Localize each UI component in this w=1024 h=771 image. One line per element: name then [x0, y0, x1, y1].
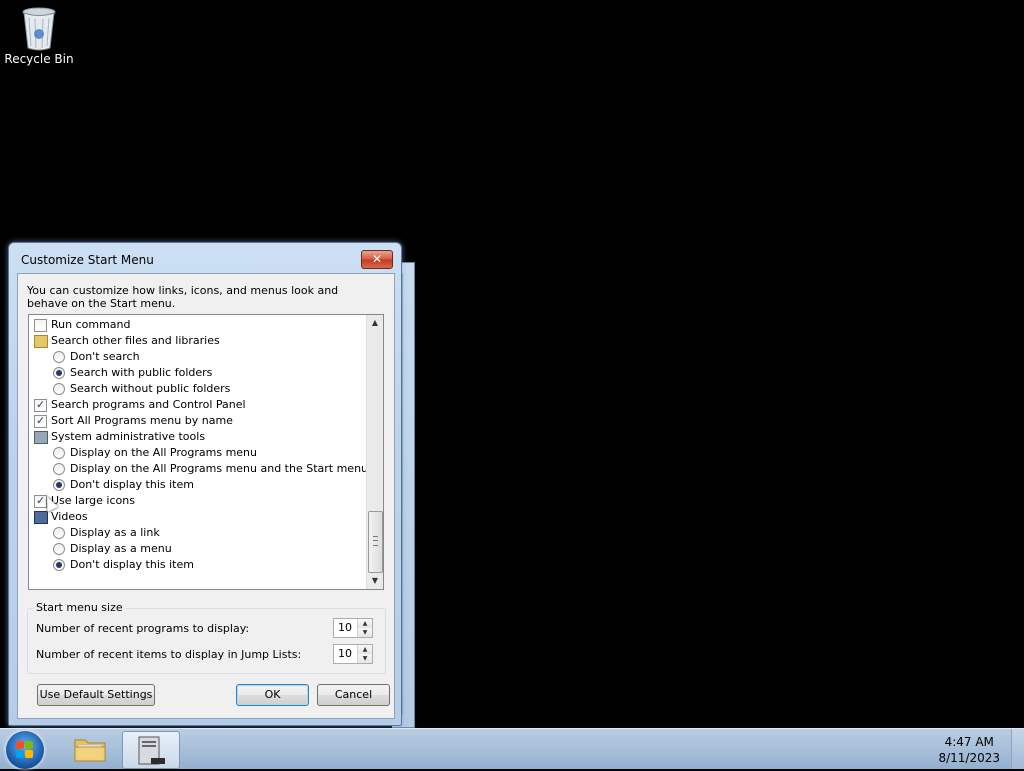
- recycle-bin-desktop-icon[interactable]: Recycle Bin: [4, 6, 74, 66]
- list-item[interactable]: Display on the All Programs menu and the…: [29, 461, 369, 477]
- option-label: Use large icons: [51, 494, 135, 507]
- taskbar-control-panel-button[interactable]: [122, 731, 180, 769]
- recent-programs-label: Number of recent programs to display:: [36, 622, 250, 635]
- list-item[interactable]: Videos: [29, 509, 369, 525]
- start-menu-size-group: Start menu size Number of recent program…: [27, 601, 386, 674]
- option-label: Display on the All Programs menu and the…: [70, 462, 369, 475]
- scroll-up-arrow-icon[interactable]: ▲: [367, 315, 383, 331]
- use-default-settings-button[interactable]: Use Default Settings: [37, 684, 155, 706]
- radio-button[interactable]: [53, 367, 65, 379]
- option-label: Don't search: [70, 350, 140, 363]
- recycle-bin-label: Recycle Bin: [4, 52, 74, 66]
- list-item[interactable]: Don't display this item: [29, 477, 369, 493]
- start-menu-size-legend: Start menu size: [33, 601, 126, 614]
- system-clock[interactable]: 4:47 AM 8/11/2023: [938, 734, 1000, 766]
- option-label: Sort All Programs menu by name: [51, 414, 233, 427]
- radio-button[interactable]: [53, 351, 65, 363]
- list-item[interactable]: Don't display this item: [29, 557, 369, 573]
- stepper-down-icon[interactable]: ▼: [358, 628, 372, 637]
- customize-start-menu-dialog: Customize Start Menu ✕ You can customize…: [8, 242, 402, 726]
- list-scrollbar[interactable]: ▲ ▼: [366, 315, 383, 589]
- list-item[interactable]: System administrative tools: [29, 429, 369, 445]
- radio-button[interactable]: [53, 559, 65, 571]
- checkbox[interactable]: [34, 397, 47, 413]
- radio-button[interactable]: [53, 479, 65, 491]
- list-item[interactable]: Search without public folders: [29, 381, 369, 397]
- checkbox[interactable]: [34, 319, 47, 332]
- scrollbar-thumb[interactable]: [368, 511, 383, 573]
- taskbar: 4:47 AM 8/11/2023: [0, 728, 1024, 769]
- radio-button[interactable]: [53, 527, 65, 539]
- option-label: Display on the All Programs menu: [70, 446, 257, 459]
- list-item[interactable]: Search with public folders: [29, 365, 369, 381]
- options-list: Run command Search other files and librar…: [29, 317, 369, 573]
- dialog-client-area: You can customize how links, icons, and …: [17, 273, 395, 719]
- list-item[interactable]: Run command: [29, 317, 369, 333]
- group-label: Search other files and libraries: [51, 334, 220, 347]
- computer-tower-icon: [138, 736, 165, 765]
- jump-list-label: Number of recent items to display in Jum…: [36, 648, 302, 661]
- windows-logo-icon: [16, 741, 34, 759]
- option-label: Run command: [51, 318, 131, 331]
- option-label: Don't display this item: [70, 478, 194, 491]
- checkbox[interactable]: [34, 413, 47, 429]
- radio-button[interactable]: [53, 447, 65, 459]
- folder-search-icon: [34, 335, 48, 348]
- show-desktop-button[interactable]: [1011, 729, 1024, 769]
- ok-button[interactable]: OK: [236, 684, 309, 706]
- option-label: Don't display this item: [70, 558, 194, 571]
- option-label: Display as a link: [70, 526, 160, 539]
- option-label: Search with public folders: [70, 366, 213, 379]
- group-label: Videos: [51, 510, 88, 523]
- recycle-bin-icon: [20, 6, 58, 51]
- jump-list-stepper[interactable]: 10 ▲ ▼: [333, 644, 373, 664]
- options-listbox[interactable]: Run command Search other files and librar…: [28, 314, 384, 590]
- dialog-titlebar[interactable]: Customize Start Menu ✕: [9, 243, 401, 273]
- recent-programs-value[interactable]: 10: [338, 621, 352, 634]
- list-item[interactable]: Display as a link: [29, 525, 369, 541]
- option-label: Search programs and Control Panel: [51, 398, 246, 411]
- jump-list-value[interactable]: 10: [338, 647, 352, 660]
- list-item[interactable]: Display on the All Programs menu: [29, 445, 369, 461]
- list-item[interactable]: Don't search: [29, 349, 369, 365]
- dialog-title: Customize Start Menu: [21, 253, 154, 267]
- list-item[interactable]: Search other files and libraries: [29, 333, 369, 349]
- radio-button[interactable]: [53, 543, 65, 555]
- taskbar-explorer-button[interactable]: [62, 731, 118, 767]
- list-item[interactable]: Use large icons: [29, 493, 369, 509]
- folder-icon: [74, 739, 106, 762]
- clock-date: 8/11/2023: [938, 751, 1000, 765]
- cancel-button[interactable]: Cancel: [317, 684, 390, 706]
- radio-button[interactable]: [53, 383, 65, 395]
- scroll-down-arrow-icon[interactable]: ▼: [367, 573, 383, 589]
- close-button[interactable]: ✕: [361, 250, 393, 269]
- radio-button[interactable]: [53, 463, 65, 475]
- admin-tools-icon: [34, 431, 48, 444]
- start-button[interactable]: [6, 731, 44, 769]
- option-label: Search without public folders: [70, 382, 231, 395]
- videos-icon: [34, 511, 48, 524]
- list-item[interactable]: Display as a menu: [29, 541, 369, 557]
- option-label: Display as a menu: [70, 542, 172, 555]
- list-item[interactable]: Search programs and Control Panel: [29, 397, 369, 413]
- list-item[interactable]: Sort All Programs menu by name: [29, 413, 369, 429]
- clock-time: 4:47 AM: [944, 735, 994, 749]
- group-label: System administrative tools: [51, 430, 206, 443]
- dialog-description: You can customize how links, icons, and …: [27, 284, 339, 310]
- recent-programs-stepper[interactable]: 10 ▲ ▼: [333, 618, 373, 638]
- stepper-down-icon[interactable]: ▼: [358, 654, 372, 663]
